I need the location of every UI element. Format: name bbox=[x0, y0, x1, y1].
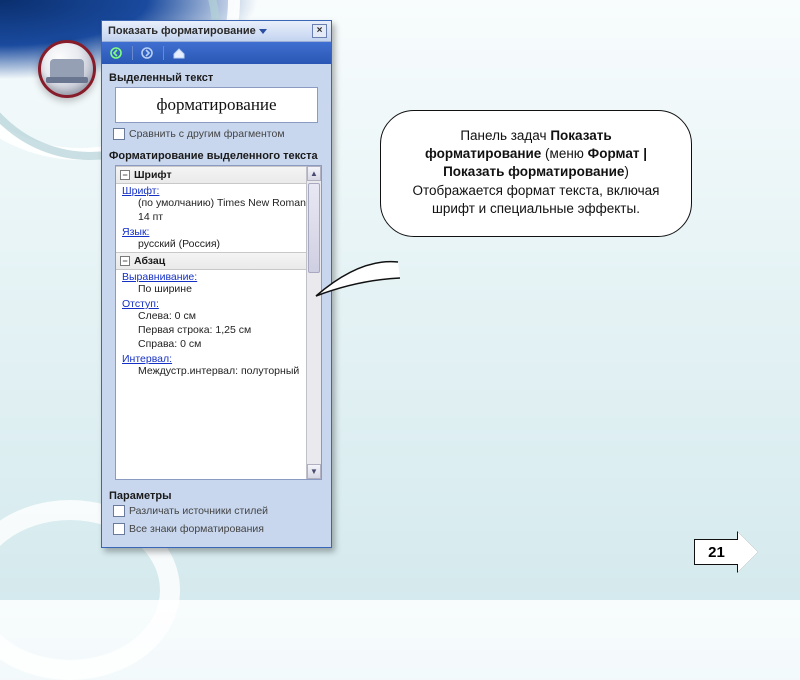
close-icon[interactable]: × bbox=[312, 24, 327, 38]
formatting-of-label: Форматирование выделенного текста bbox=[109, 150, 324, 162]
explanation-callout: Панель задач Показать форматирование (ме… bbox=[380, 110, 692, 237]
sample-text-box: форматирование bbox=[115, 87, 318, 123]
forward-icon[interactable] bbox=[139, 45, 157, 61]
font-link[interactable]: Шрифт: bbox=[116, 184, 306, 197]
alignment-value: По ширине bbox=[116, 283, 306, 297]
option-style-sources[interactable]: Различать источники стилей bbox=[113, 505, 324, 517]
spacing-link[interactable]: Интервал: bbox=[116, 352, 306, 365]
reveal-formatting-pane: Показать форматирование × Выделенный тек… bbox=[101, 20, 332, 548]
collapse-icon[interactable]: − bbox=[120, 170, 130, 180]
chevron-down-icon[interactable] bbox=[259, 29, 267, 34]
selected-text-label: Выделенный текст bbox=[109, 72, 324, 84]
spacing-value: Междустр.интервал: полуторный bbox=[116, 365, 306, 379]
home-icon[interactable] bbox=[170, 45, 188, 61]
arrow-right-icon bbox=[738, 532, 758, 572]
font-size-value: 14 пт bbox=[116, 211, 306, 225]
indent-left: Слева: 0 см bbox=[116, 310, 306, 324]
indent-link[interactable]: Отступ: bbox=[116, 297, 306, 310]
options-label: Параметры bbox=[109, 490, 324, 502]
language-value: русский (Россия) bbox=[116, 238, 306, 252]
page-nav-arrow[interactable]: 21 bbox=[694, 532, 758, 572]
alignment-link[interactable]: Выравнивание: bbox=[116, 270, 306, 283]
checkbox-icon[interactable] bbox=[113, 523, 125, 535]
group-paragraph[interactable]: − Абзац bbox=[116, 252, 306, 270]
scrollbar[interactable]: ▲ ▼ bbox=[306, 166, 321, 479]
callout-pointer bbox=[310, 260, 400, 300]
indent-right: Справа: 0 см bbox=[116, 338, 306, 352]
page-number: 21 bbox=[708, 544, 725, 561]
formatting-details: − Шрифт Шрифт: (по умолчанию) Times New … bbox=[115, 165, 322, 480]
indent-first: Первая строка: 1,25 см bbox=[116, 324, 306, 338]
pane-nav bbox=[102, 42, 331, 64]
scroll-down-icon[interactable]: ▼ bbox=[307, 464, 321, 479]
pane-title: Показать форматирование bbox=[108, 25, 256, 37]
checkbox-icon[interactable] bbox=[113, 505, 125, 517]
language-link[interactable]: Язык: bbox=[116, 225, 306, 238]
compare-checkbox-row[interactable]: Сравнить с другим фрагментом bbox=[113, 128, 324, 140]
checkbox-icon[interactable] bbox=[113, 128, 125, 140]
back-icon[interactable] bbox=[108, 45, 126, 61]
group-font[interactable]: − Шрифт bbox=[116, 166, 306, 184]
collapse-icon[interactable]: − bbox=[120, 256, 130, 266]
logo-badge bbox=[38, 40, 96, 98]
scroll-up-icon[interactable]: ▲ bbox=[307, 166, 321, 181]
pane-titlebar[interactable]: Показать форматирование × bbox=[102, 21, 331, 42]
font-value: (по умолчанию) Times New Roman bbox=[116, 197, 306, 211]
option-all-marks[interactable]: Все знаки форматирования bbox=[113, 523, 324, 535]
compare-label: Сравнить с другим фрагментом bbox=[129, 128, 285, 140]
